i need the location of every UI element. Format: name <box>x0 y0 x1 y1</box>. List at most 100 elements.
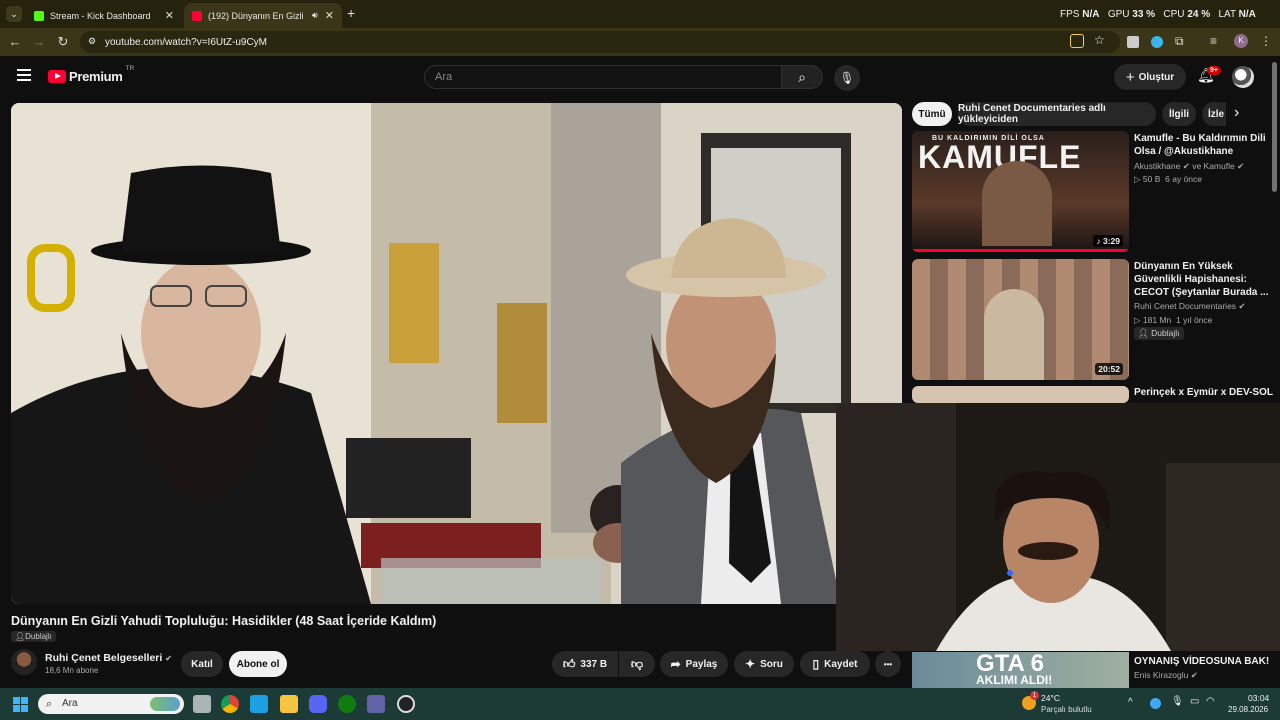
recommendation-title[interactable]: Kamufle - Bu Kaldırımın Dili Olsa / @Aku… <box>1134 132 1274 158</box>
weather-temp[interactable]: 24°C <box>1041 693 1060 703</box>
discord-icon[interactable] <box>309 695 327 713</box>
obs-icon[interactable] <box>397 695 415 713</box>
play-icon: ▷ <box>1134 174 1141 184</box>
forward-icon[interactable]: → <box>31 34 47 50</box>
duration-badge: ♪ 3:29 <box>1093 235 1123 247</box>
recommendation-thumbnail[interactable]: GTA 6 AKLIMI ALDI! <box>912 652 1129 688</box>
tray-app-icon[interactable] <box>1150 698 1161 709</box>
youtube-icon <box>192 10 202 21</box>
close-icon[interactable]: ✕ <box>165 9 174 22</box>
subscriber-count: 18,6 Mn abone <box>45 666 99 675</box>
share-icon: ➦ <box>670 657 681 671</box>
reading-list-icon[interactable]: ≡ <box>1210 34 1217 48</box>
search-icon: ⌕ <box>46 698 53 710</box>
like-button[interactable]: 👍︎ 337 B <box>552 651 618 677</box>
site-info-icon[interactable]: ⚙ <box>88 36 96 47</box>
task-view-icon[interactable] <box>193 695 211 713</box>
recommendation-thumbnail[interactable]: 20:52 <box>912 259 1129 380</box>
youtube-play-icon <box>48 70 66 83</box>
search-input[interactable]: Ara <box>424 65 782 89</box>
recommendation-thumbnail[interactable]: BU KALDIRIMIN DİLİ OLSA KAMUFLE ♪ 3:29 <box>912 131 1129 252</box>
bookmark-star-icon[interactable]: ☆ <box>1094 33 1105 47</box>
teams-icon[interactable] <box>367 695 385 713</box>
chip-related[interactable]: İlgili <box>1162 102 1196 126</box>
install-app-icon[interactable] <box>1070 34 1084 48</box>
video-player[interactable] <box>11 103 902 604</box>
clock-date[interactable]: 29.08.2026 <box>1228 705 1268 714</box>
thumbs-up-icon: 👍︎ <box>562 656 576 671</box>
back-icon[interactable]: ← <box>7 34 23 50</box>
new-tab-button[interactable]: + <box>347 5 355 21</box>
chevron-up-icon[interactable]: ^ <box>1128 697 1133 708</box>
recommendation-channel[interactable]: Akustikhane ✔ ve Kamufle ✔ <box>1134 161 1244 172</box>
puzzle-icon[interactable]: ⧉ <box>1175 34 1184 49</box>
chrome-icon[interactable] <box>221 695 239 713</box>
tab-label: (192) Dünyanın En Gizli Yah <box>208 10 306 21</box>
video-frame <box>11 103 902 604</box>
youtube-header: Premium TR Ara ⌕ 🎙︎ + Oluştur 🔔︎ 9+ <box>0 56 1280 98</box>
sparkle-icon: ✦ <box>745 657 756 671</box>
page-scrollbar[interactable] <box>1272 62 1277 192</box>
channel-avatar[interactable] <box>11 649 37 675</box>
microphone-icon[interactable]: 🎙︎ <box>834 65 860 91</box>
subscribe-button[interactable]: Abone ol <box>229 651 287 677</box>
play-icon: ▷ <box>1134 315 1141 325</box>
close-icon[interactable]: ✕ <box>325 9 334 22</box>
address-bar[interactable]: ⚙ youtube.com/watch?v=I6UtZ-u9CyM ☆ <box>80 31 1120 53</box>
recommendation-title[interactable]: Dünyanın En Yüksek Güvenlikli Hapishanes… <box>1134 260 1274 299</box>
recommendation-channel[interactable]: Ruhi Cenet Documentaries ✔ <box>1134 301 1246 312</box>
microphone-icon[interactable]: 🎙︎ <box>1171 696 1184 707</box>
bookmark-icon: ▯ <box>812 657 820 671</box>
performance-overlay: FPS N/A GPU 33 % CPU 24 % LAT N/A <box>1060 9 1256 20</box>
dislike-button[interactable]: 👎︎ <box>619 651 655 677</box>
search-highlight-icon <box>150 697 180 711</box>
windows-start-icon[interactable] <box>13 697 28 712</box>
verified-icon: ✔ <box>1237 161 1245 171</box>
profile-avatar[interactable]: K <box>1234 34 1248 48</box>
dubbed-badge: 👤︎Dublajlı <box>11 631 56 642</box>
extension-icon[interactable] <box>1151 36 1163 48</box>
more-actions-button[interactable]: ••• <box>875 651 901 677</box>
speaker-icon[interactable]: 🔊︎ <box>312 10 318 21</box>
recommendation-channel[interactable]: Enis Kirazoglu ✔ <box>1134 670 1198 681</box>
file-explorer-icon[interactable] <box>280 695 298 713</box>
tab-kick-dashboard[interactable]: Stream - Kick Dashboard ✕ <box>26 3 182 28</box>
notification-badge: 9+ <box>1207 66 1221 75</box>
share-button[interactable]: ➦ Paylaş <box>660 651 728 677</box>
tab-youtube[interactable]: (192) Dünyanın En Gizli Yah 🔊︎ ✕ <box>184 3 342 28</box>
xbox-icon[interactable] <box>338 695 356 713</box>
search-icon[interactable]: ⌕ <box>781 65 823 89</box>
save-button[interactable]: ▯ Kaydet <box>800 651 870 677</box>
recommendation-stats: ▷ 181 Mn 1 yıl önce <box>1134 315 1213 325</box>
webcam-frame <box>836 403 1280 651</box>
chip-all[interactable]: Tümü <box>912 102 952 126</box>
watch-progress-bar <box>912 249 1129 252</box>
weather-desc: Parçalı bulutlu <box>1041 705 1092 714</box>
recommendation-title[interactable]: OYNANIŞ VİDEOSUNA BAK! <box>1134 655 1274 668</box>
clock-time[interactable]: 03:04 <box>1248 693 1269 703</box>
youtube-logo[interactable]: Premium TR <box>48 65 134 84</box>
taskbar-search[interactable]: ⌕ Ara <box>38 694 184 714</box>
recommendation-thumbnail[interactable] <box>912 386 1129 403</box>
verified-icon: ✔ <box>1238 301 1246 311</box>
chevron-right-icon[interactable]: › <box>1234 104 1239 122</box>
account-avatar[interactable] <box>1232 66 1254 88</box>
extension-icon[interactable] <box>1127 36 1139 48</box>
ask-button[interactable]: ✦ Soru <box>734 651 794 677</box>
reload-icon[interactable]: ↻ <box>55 34 71 50</box>
hamburger-icon[interactable] <box>17 69 31 81</box>
app-icon[interactable] <box>250 695 268 713</box>
weather-badge: 1 <box>1030 691 1039 700</box>
person-icon: 👤︎ <box>15 632 26 641</box>
join-button[interactable]: Katıl <box>181 651 223 677</box>
chip-from-uploader[interactable]: Ruhi Cenet Documentaries adlı yükleyicid… <box>958 102 1156 126</box>
browser-toolbar: ← → ↻ ⚙ youtube.com/watch?v=I6UtZ-u9CyM … <box>0 28 1280 56</box>
video-title: Dünyanın En Gizli Yahudi Topluluğu: Hasi… <box>11 614 437 628</box>
display-icon[interactable]: ▭ <box>1190 696 1199 707</box>
recommendation-title[interactable]: Perinçek x Eymür x DEV-SOL <box>1134 386 1274 399</box>
tab-search-button[interactable]: ⌄ <box>6 6 22 22</box>
chip-watched[interactable]: İzle <box>1202 102 1226 126</box>
create-button[interactable]: + Oluştur <box>1114 64 1186 90</box>
channel-name[interactable]: Ruhi Çenet Belgeselleri ✔ <box>45 652 172 664</box>
menu-icon[interactable]: ⋮ <box>1260 34 1272 48</box>
